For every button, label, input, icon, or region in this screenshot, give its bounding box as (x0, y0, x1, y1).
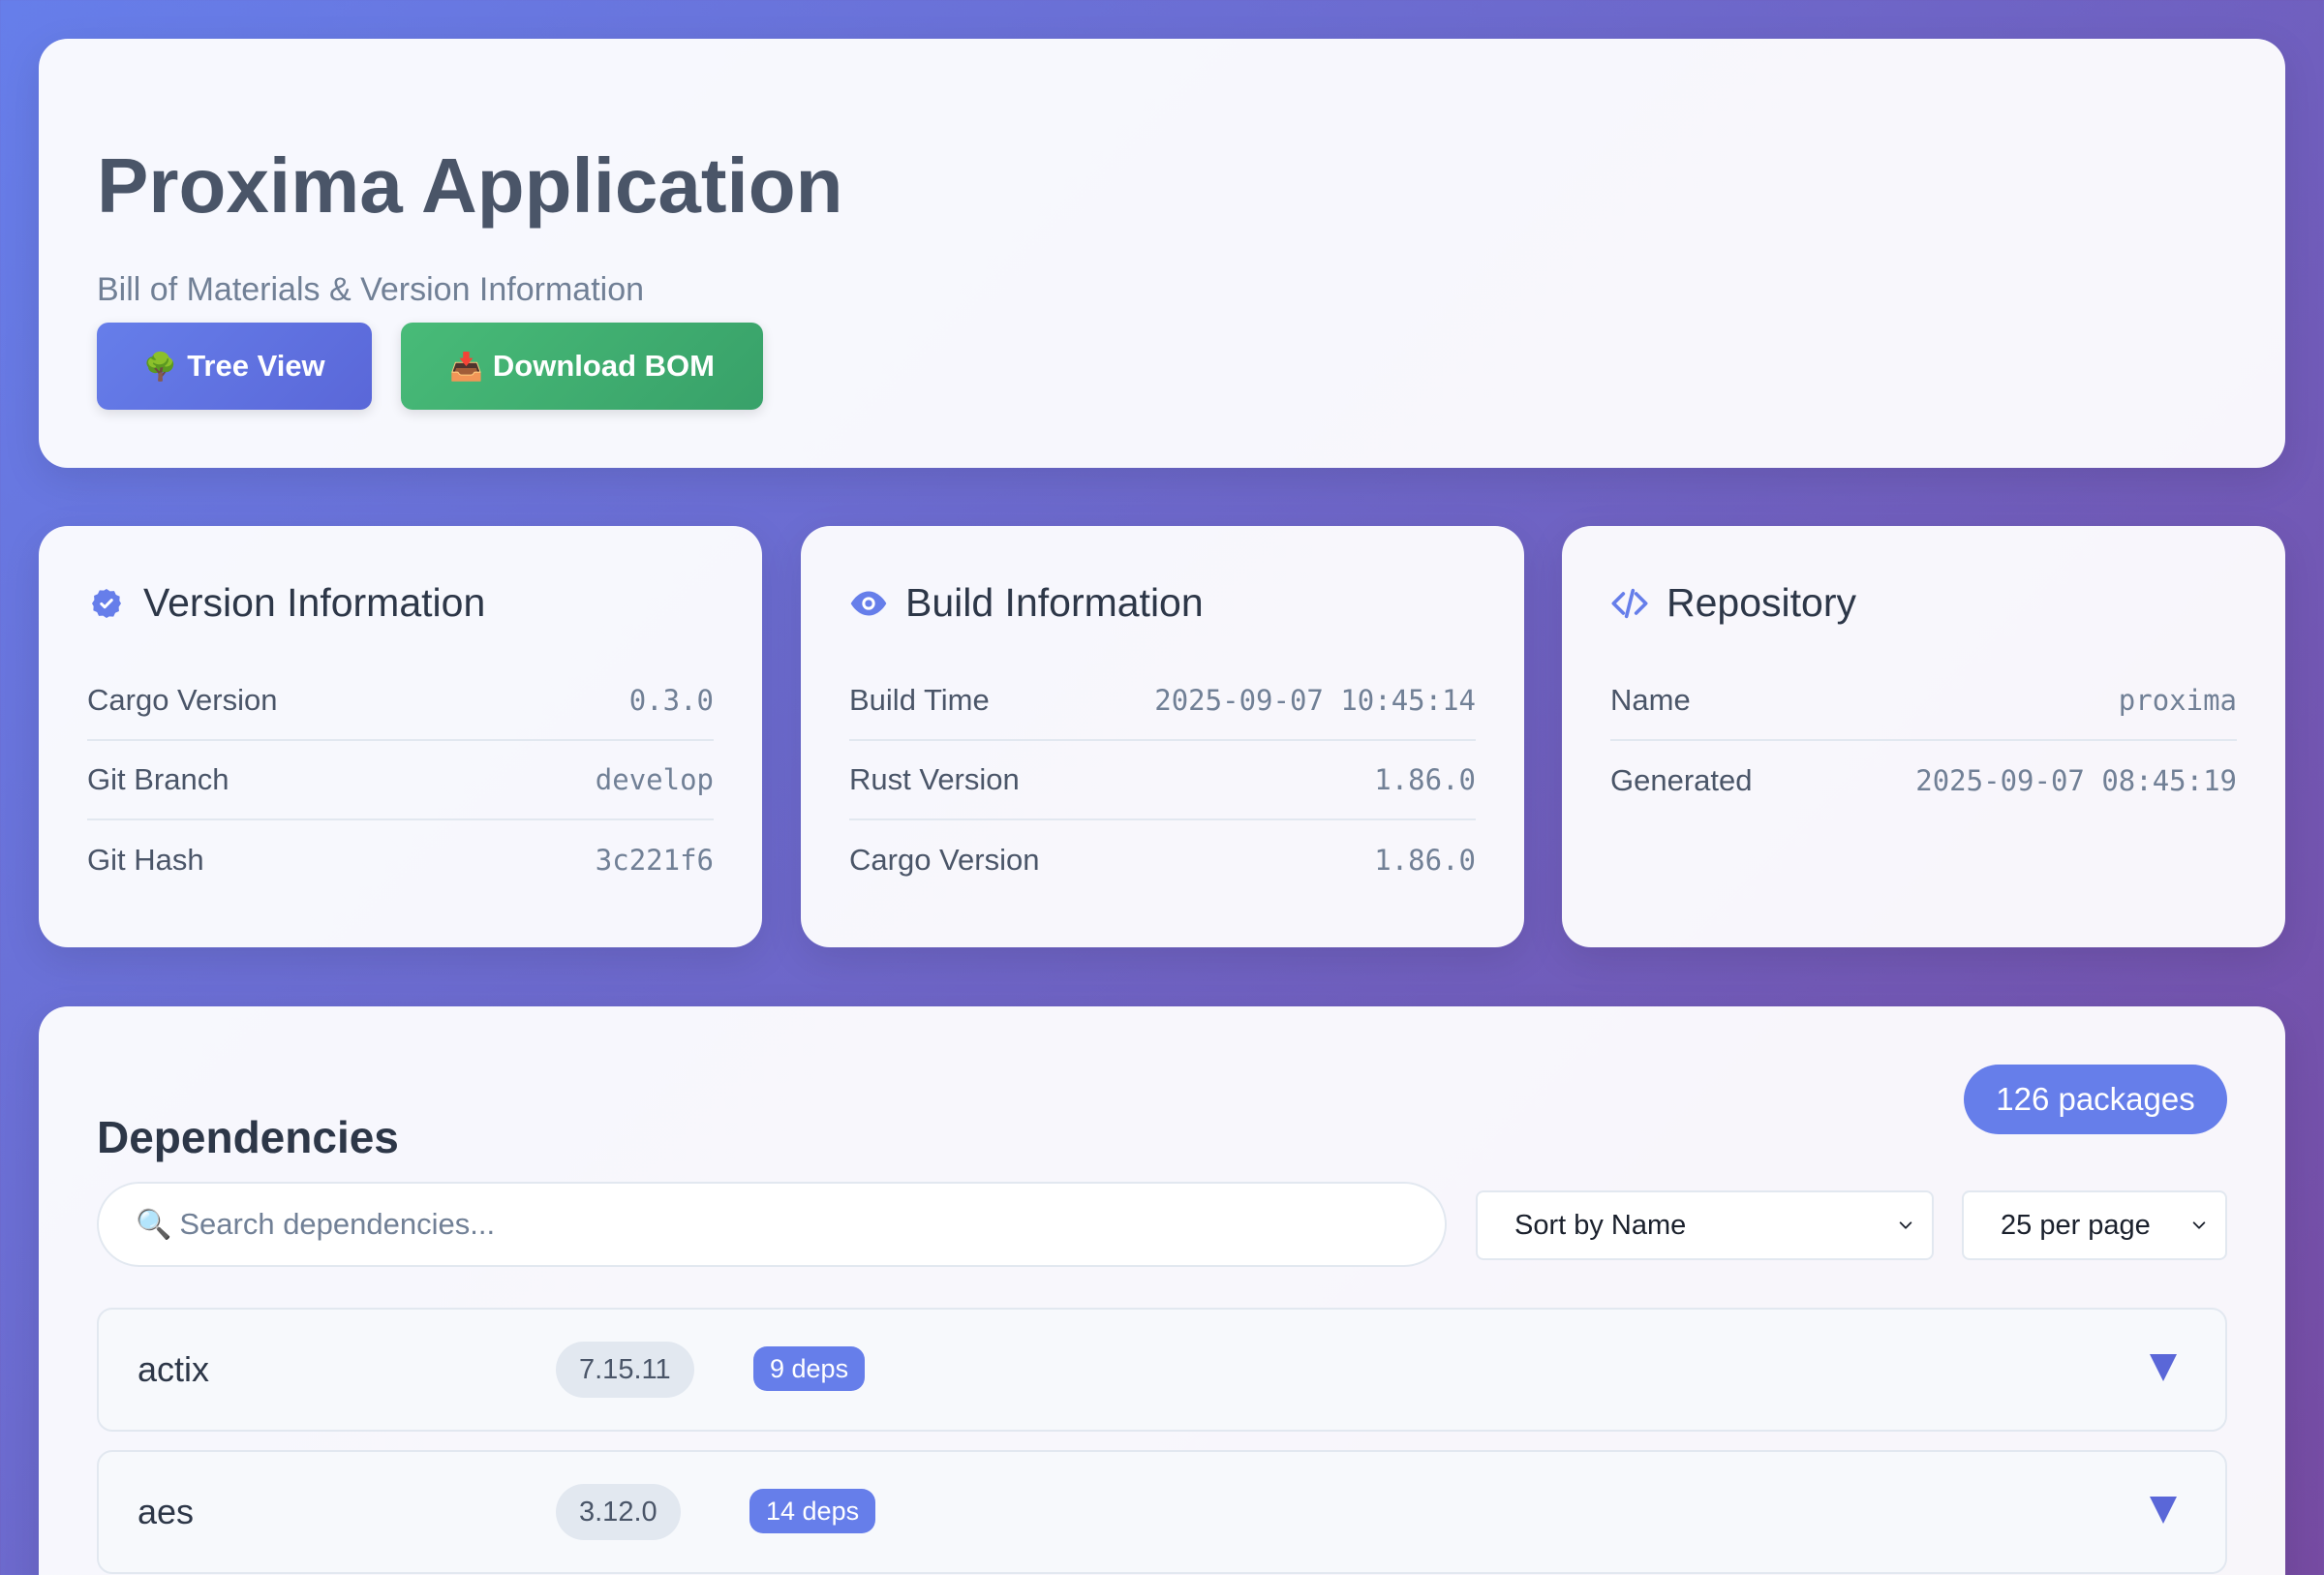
info-label: Name (1610, 683, 1691, 717)
dependency-name: aes (138, 1492, 195, 1531)
eye-icon (849, 584, 888, 623)
search-icon: 🔍 (136, 1208, 172, 1241)
page-subtitle: Bill of Materials & Version Information (97, 271, 645, 308)
download-bom-label: Download BOM (492, 349, 715, 383)
chevron-down-icon (1899, 1221, 1912, 1229)
dependency-item[interactable]: actix 7.15.11 9 deps (97, 1308, 2227, 1432)
info-row: Git Branch develop (87, 741, 714, 820)
info-label: Cargo Version (849, 843, 1040, 877)
dependency-name: actix (138, 1349, 210, 1389)
version-info-header: Version Information (87, 580, 485, 626)
inbox-tray-icon: 📥 (449, 351, 483, 382)
download-bom-button[interactable]: 📥 Download BOM (401, 323, 763, 410)
repository-card: Repository Name proxima Generated 2025-0… (1562, 526, 2285, 947)
sort-select-value: Sort by Name (1514, 1209, 1687, 1241)
tree-icon: 🌳 (143, 351, 178, 382)
info-row: Git Hash 3c221f6 (87, 820, 714, 900)
search-placeholder: Search dependencies... (179, 1207, 496, 1241)
repository-title: Repository (1667, 580, 1856, 625)
version-info-title: Version Information (143, 580, 486, 625)
page-size-select[interactable]: 25 per page (1962, 1190, 2227, 1260)
dependency-item[interactable]: aes 3.12.0 14 deps (97, 1450, 2227, 1574)
info-row: Generated 2025-09-07 08:45:19 (1610, 741, 2237, 820)
version-info-card: Version Information Cargo Version 0.3.0 … (39, 526, 762, 947)
info-value: 0.3.0 (628, 684, 714, 717)
deps-count-badge: 14 deps (749, 1489, 876, 1533)
deps-count-badge: 9 deps (753, 1346, 866, 1391)
version-pill: 7.15.11 (556, 1342, 694, 1398)
info-row: Rust Version 1.86.0 (849, 741, 1476, 820)
info-value: proxima (2118, 684, 2237, 717)
info-value: develop (595, 763, 714, 796)
info-row: Build Time 2025-09-07 10:45:14 (849, 662, 1476, 741)
info-value: 2025-09-07 10:45:14 (1154, 684, 1476, 717)
info-label: Cargo Version (87, 683, 278, 717)
info-value: 1.86.0 (1374, 763, 1476, 796)
tree-view-label: Tree View (187, 349, 325, 383)
expand-arrow-icon[interactable] (2150, 1497, 2177, 1524)
version-info-rows: Cargo Version 0.3.0 Git Branch develop G… (87, 662, 714, 900)
badge-check-icon (87, 584, 126, 623)
header-card: Proxima Application Bill of Materials & … (39, 39, 2285, 468)
info-row: Name proxima (1610, 662, 2237, 741)
info-value: 1.86.0 (1374, 844, 1476, 877)
repository-rows: Name proxima Generated 2025-09-07 08:45:… (1610, 662, 2237, 820)
build-info-title: Build Information (905, 580, 1204, 625)
chevron-down-icon (2192, 1221, 2206, 1229)
info-row: Cargo Version 0.3.0 (87, 662, 714, 741)
info-label: Build Time (849, 683, 990, 717)
sort-select[interactable]: Sort by Name (1476, 1190, 1934, 1260)
dependencies-title: Dependencies (97, 1112, 399, 1162)
package-count-badge: 126 packages (1964, 1065, 2227, 1134)
tree-view-button[interactable]: 🌳 Tree View (97, 323, 372, 410)
build-info-header: Build Information (849, 580, 1204, 626)
info-row: Cargo Version 1.86.0 (849, 820, 1476, 900)
build-info-card: Build Information Build Time 2025-09-07 … (801, 526, 1524, 947)
version-pill: 3.12.0 (556, 1484, 681, 1540)
info-value: 3c221f6 (595, 844, 714, 877)
info-label: Generated (1610, 763, 1753, 797)
info-label: Git Hash (87, 843, 204, 877)
info-value: 2025-09-07 08:45:19 (1915, 764, 2237, 797)
code-icon (1610, 584, 1649, 623)
info-label: Git Branch (87, 762, 229, 796)
repository-header: Repository (1610, 580, 1856, 626)
page-title: Proxima Application (97, 142, 843, 229)
info-label: Rust Version (849, 762, 1020, 796)
page-size-select-value: 25 per page (2001, 1209, 2151, 1241)
expand-arrow-icon[interactable] (2150, 1354, 2177, 1381)
search-input[interactable]: 🔍 Search dependencies... (97, 1182, 1447, 1267)
build-info-rows: Build Time 2025-09-07 10:45:14 Rust Vers… (849, 662, 1476, 900)
dependencies-card: Dependencies 126 packages 🔍 Search depen… (39, 1006, 2285, 1575)
